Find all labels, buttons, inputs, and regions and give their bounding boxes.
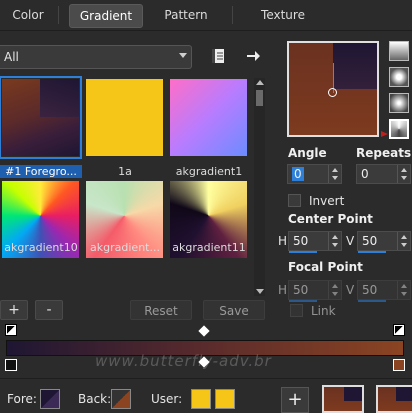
gradient-label: akgradient10 <box>4 241 78 254</box>
scroll-thumb[interactable] <box>256 90 263 106</box>
center-h-stepper[interactable]: 50 <box>288 231 342 253</box>
focal-v-slider[interactable] <box>358 300 386 302</box>
center-h-value: 50 <box>293 234 309 248</box>
tab-bar: Color Gradient Pattern Texture <box>0 0 412 31</box>
spin-arrows-icon[interactable] <box>397 281 410 299</box>
add-swatch-button[interactable]: + <box>281 387 309 413</box>
spin-arrows-icon[interactable] <box>397 232 410 250</box>
fore-label: Fore: <box>7 392 37 406</box>
gradient-label: akgradient1 <box>175 165 243 178</box>
tab-pattern[interactable]: Pattern <box>149 4 223 26</box>
category-value: All <box>4 50 19 64</box>
user-swatch-2[interactable] <box>215 389 235 409</box>
tab-divider <box>232 6 233 24</box>
linear-style-icon[interactable] <box>389 41 409 61</box>
fore-swatch[interactable] <box>40 389 60 409</box>
radial-style-icon[interactable] <box>389 119 409 139</box>
center-h-label: H <box>278 234 288 248</box>
spin-arrows-icon[interactable] <box>328 232 341 250</box>
angle-label: Angle <box>288 146 327 160</box>
focal-h-value: 50 <box>293 283 309 297</box>
gradient-label: 1a <box>118 165 132 178</box>
center-v-stepper[interactable]: 50 <box>357 231 411 253</box>
invert-label: Invert <box>309 194 345 208</box>
tab-divider <box>58 6 59 24</box>
add-gradient-button[interactable]: + <box>0 300 28 320</box>
gradient-thumb[interactable] <box>170 79 247 156</box>
center-v-slider[interactable] <box>358 251 386 253</box>
angle-stepper[interactable]: 0 <box>287 164 342 184</box>
gradient-label: #1 Foregro... <box>0 165 82 178</box>
tab-gradient[interactable]: Gradient <box>69 4 143 28</box>
invert-checkbox[interactable] <box>288 194 301 207</box>
back-label: Back: <box>78 392 112 406</box>
user-label: User: <box>151 392 183 406</box>
color-stop-right[interactable] <box>393 359 405 371</box>
export-arrow-icon[interactable] <box>245 48 261 64</box>
watermark: www.butterfly-adv.br <box>95 352 272 370</box>
spin-arrows-icon[interactable] <box>328 165 341 183</box>
gradient-label: akgradient... <box>90 241 160 254</box>
user-swatch-1[interactable] <box>191 389 211 409</box>
sunburst-style-icon[interactable] <box>389 93 409 113</box>
link-checkbox[interactable] <box>290 304 303 317</box>
gradient-label: akgradient11 <box>172 241 246 254</box>
scroll-down-icon[interactable] <box>256 289 264 294</box>
tab-color[interactable]: Color <box>0 4 56 26</box>
angle-value: 0 <box>292 167 304 181</box>
remove-gradient-button[interactable]: - <box>35 300 63 320</box>
save-button[interactable]: Save <box>203 300 265 320</box>
focal-h-stepper[interactable]: 50 <box>288 280 342 302</box>
gradient-list-scrollbar[interactable] <box>254 78 265 296</box>
focal-v-stepper[interactable]: 50 <box>357 280 411 302</box>
focal-h-label: H <box>278 283 288 297</box>
arrow-pointer-icon <box>363 127 389 137</box>
repeats-label: Repeats <box>356 146 412 160</box>
spin-arrows-icon[interactable] <box>397 165 410 183</box>
opacity-stop-right[interactable] <box>393 324 405 336</box>
scroll-up-icon[interactable] <box>256 80 264 85</box>
center-v-label: V <box>346 234 355 248</box>
reset-button[interactable]: Reset <box>130 300 192 320</box>
center-h-slider[interactable] <box>289 251 317 253</box>
center-point-label: Center Point <box>288 212 373 226</box>
color-stop-left[interactable] <box>5 359 17 371</box>
tab-texture[interactable]: Texture <box>244 4 322 26</box>
opacity-stop-left[interactable] <box>5 324 17 336</box>
chevron-down-icon <box>179 53 187 58</box>
focal-v-label: V <box>346 283 355 297</box>
gradient-preview[interactable] <box>287 41 379 137</box>
gradient-thumb[interactable] <box>86 79 163 156</box>
center-v-value: 50 <box>362 234 378 248</box>
opacity-midpoint-marker[interactable] <box>198 325 210 337</box>
link-label: Link <box>311 304 336 318</box>
recent-gradient-2[interactable] <box>376 385 412 413</box>
focal-v-value: 50 <box>362 283 378 297</box>
category-dropdown[interactable]: All <box>0 45 192 69</box>
focal-h-slider[interactable] <box>289 300 317 302</box>
repeats-value: 0 <box>361 167 369 181</box>
library-icon[interactable] <box>211 47 227 65</box>
rectangular-style-icon[interactable] <box>389 67 409 87</box>
divider <box>0 378 412 379</box>
recent-gradient-1[interactable] <box>322 385 364 413</box>
gradient-thumb[interactable] <box>0 76 82 159</box>
back-swatch[interactable] <box>111 389 131 409</box>
spin-arrows-icon[interactable] <box>328 281 341 299</box>
focal-point-label: Focal Point <box>288 260 363 274</box>
repeats-stepper[interactable]: 0 <box>356 164 411 184</box>
center-point-handle[interactable] <box>328 88 337 97</box>
